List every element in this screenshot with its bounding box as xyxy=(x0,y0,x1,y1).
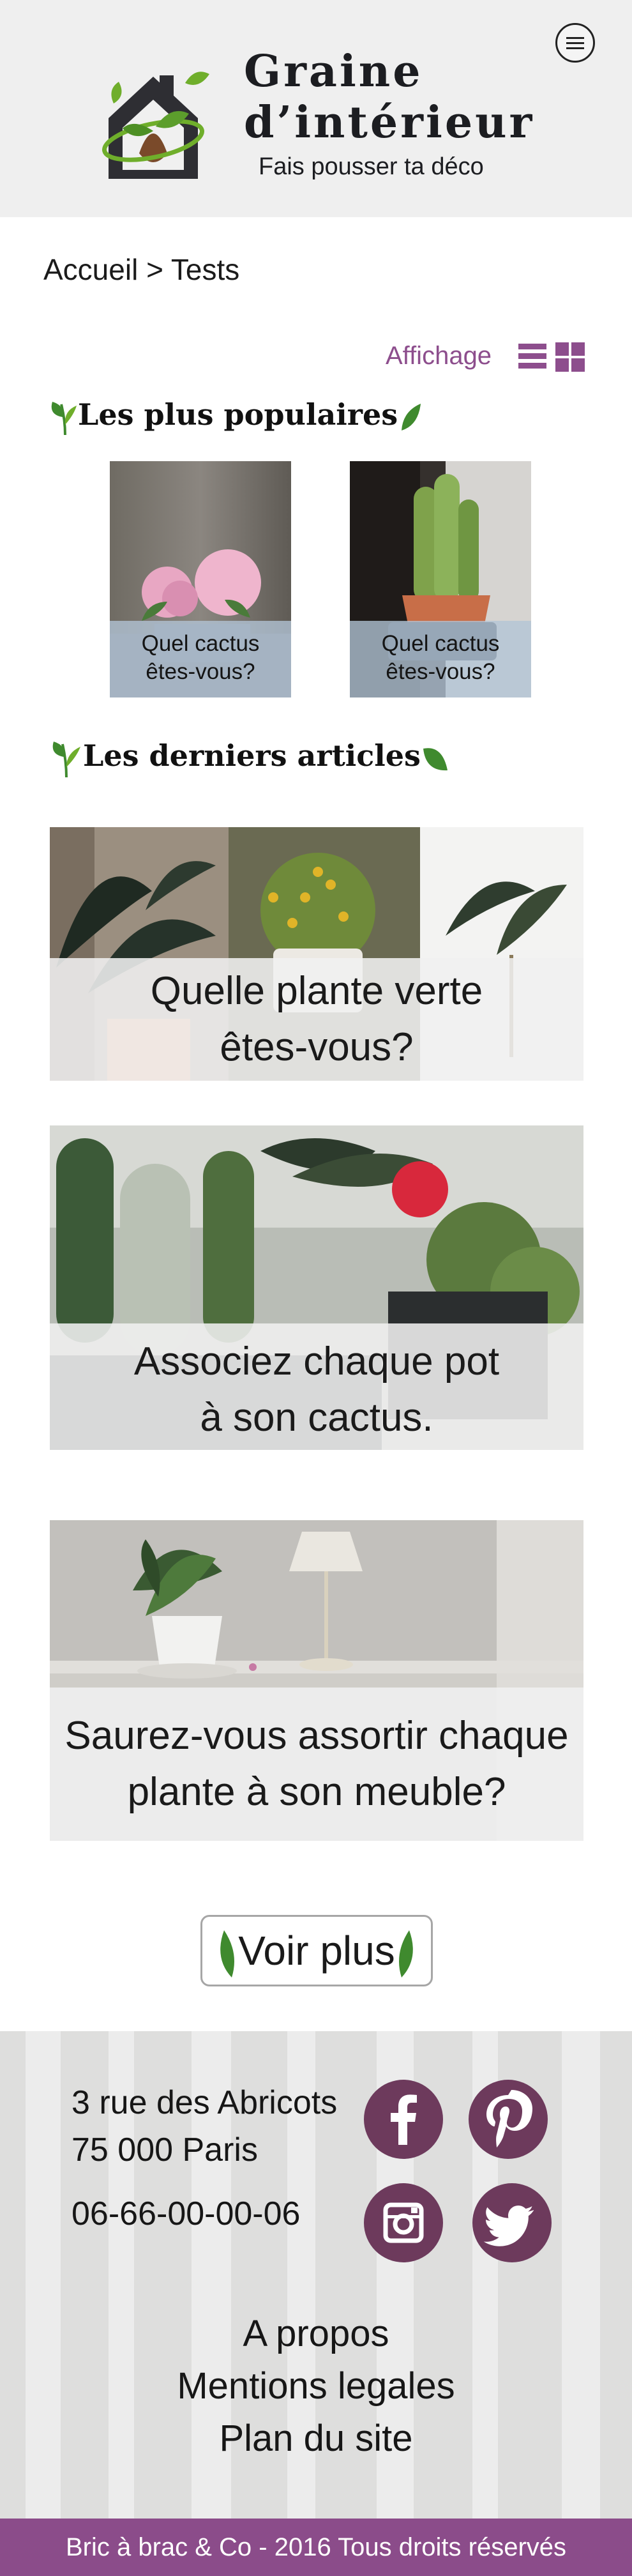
site-title-line1: Graine xyxy=(244,46,423,97)
leaf-icon xyxy=(220,1930,235,1978)
latest-section-title: Les derniers articles xyxy=(50,738,450,779)
footer-link-sitemap[interactable]: Plan du site xyxy=(0,2417,632,2460)
pinterest-icon[interactable] xyxy=(469,2080,548,2159)
footer-link-about[interactable]: A propos xyxy=(0,2312,632,2355)
caption-line: à son cactus. xyxy=(200,1396,433,1440)
popular-section-title: Les plus populaires xyxy=(50,397,423,436)
article-caption: Saurez-vous assortir chaque plante à son… xyxy=(50,1688,583,1841)
leaf-icon xyxy=(398,1930,413,1978)
list-view-icon[interactable] xyxy=(518,344,546,369)
breadcrumb[interactable]: Accueil > Tests xyxy=(43,252,239,287)
site-tagline: Fais pousser ta déco xyxy=(259,153,484,180)
facebook-icon[interactable] xyxy=(364,2080,443,2159)
popular-card-caption: Quel cactus êtes-vous? xyxy=(110,621,291,697)
caption-line: Saurez-vous assortir chaque xyxy=(64,1714,569,1758)
article-card[interactable]: Quelle plante verte êtes-vous? xyxy=(50,827,583,1081)
leaf-icon xyxy=(51,402,77,436)
grid-view-icon[interactable] xyxy=(555,342,585,372)
leaf-icon xyxy=(402,404,421,431)
popular-card-caption: Quel cactus êtes-vous? xyxy=(350,621,531,697)
twitter-icon[interactable] xyxy=(472,2183,552,2262)
site-title[interactable]: Graine d’intérieur xyxy=(244,50,534,152)
popular-card[interactable]: Quel cactus êtes-vous? xyxy=(350,461,531,697)
address-line: 75 000 Paris xyxy=(71,2131,258,2168)
popular-card[interactable]: Quel cactus êtes-vous? xyxy=(110,461,291,697)
copyright-bar: Bric à brac & Co - 2016 Tous droits rése… xyxy=(0,2519,632,2576)
hamburger-menu-button[interactable] xyxy=(555,23,595,63)
caption-line: Quel cactus xyxy=(381,631,500,656)
footer-link-legal[interactable]: Mentions legales xyxy=(0,2365,632,2407)
article-caption: Quelle plante verte êtes-vous? xyxy=(50,958,583,1081)
caption-line: êtes-vous? xyxy=(146,659,255,684)
see-more-label: Voir plus xyxy=(238,1928,395,1974)
leaf-icon xyxy=(423,748,448,771)
see-more-button[interactable]: Voir plus xyxy=(200,1915,433,1986)
site-title-line2: d’intérieur xyxy=(244,97,535,148)
article-caption: Associez chaque pot à son cactus. xyxy=(50,1323,583,1450)
caption-line: plante à son meuble? xyxy=(127,1770,506,1814)
logo-house-icon[interactable] xyxy=(89,57,217,185)
site-header: Graine d’intérieur Fais pousser ta déco xyxy=(0,0,632,217)
leaf-icon xyxy=(52,742,80,778)
latest-section-label: Les derniers articles xyxy=(83,738,421,773)
address-line: 3 rue des Abricots xyxy=(71,2084,338,2121)
caption-line: êtes-vous? xyxy=(386,659,495,684)
popular-section-label: Les plus populaires xyxy=(78,397,398,432)
display-mode-label: Affichage xyxy=(386,342,492,370)
article-card[interactable]: Associez chaque pot à son cactus. xyxy=(50,1125,583,1450)
caption-line: Quelle plante verte xyxy=(150,969,483,1013)
article-card[interactable]: Saurez-vous assortir chaque plante à son… xyxy=(50,1520,583,1841)
caption-line: êtes-vous? xyxy=(220,1025,414,1069)
caption-line: Quel cactus xyxy=(141,631,260,656)
caption-line: Associez chaque pot xyxy=(133,1339,500,1383)
site-footer: 3 rue des Abricots 75 000 Paris 06-66-00… xyxy=(0,2031,632,2519)
instagram-icon[interactable] xyxy=(364,2183,443,2262)
phone-number[interactable]: 06-66-00-00-06 xyxy=(71,2195,300,2233)
